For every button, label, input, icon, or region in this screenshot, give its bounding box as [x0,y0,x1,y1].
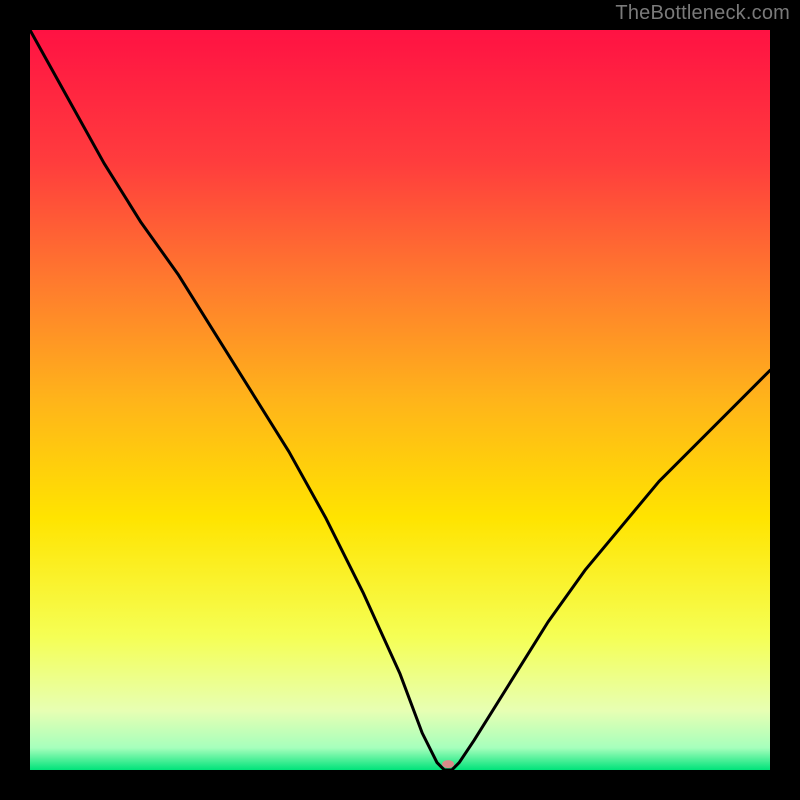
chart-frame: TheBottleneck.com [0,0,800,800]
sweet-spot-marker [442,760,454,768]
watermark-text: TheBottleneck.com [615,2,790,25]
chart-svg [30,30,770,770]
chart-background [30,30,770,770]
chart-plot [30,30,770,770]
